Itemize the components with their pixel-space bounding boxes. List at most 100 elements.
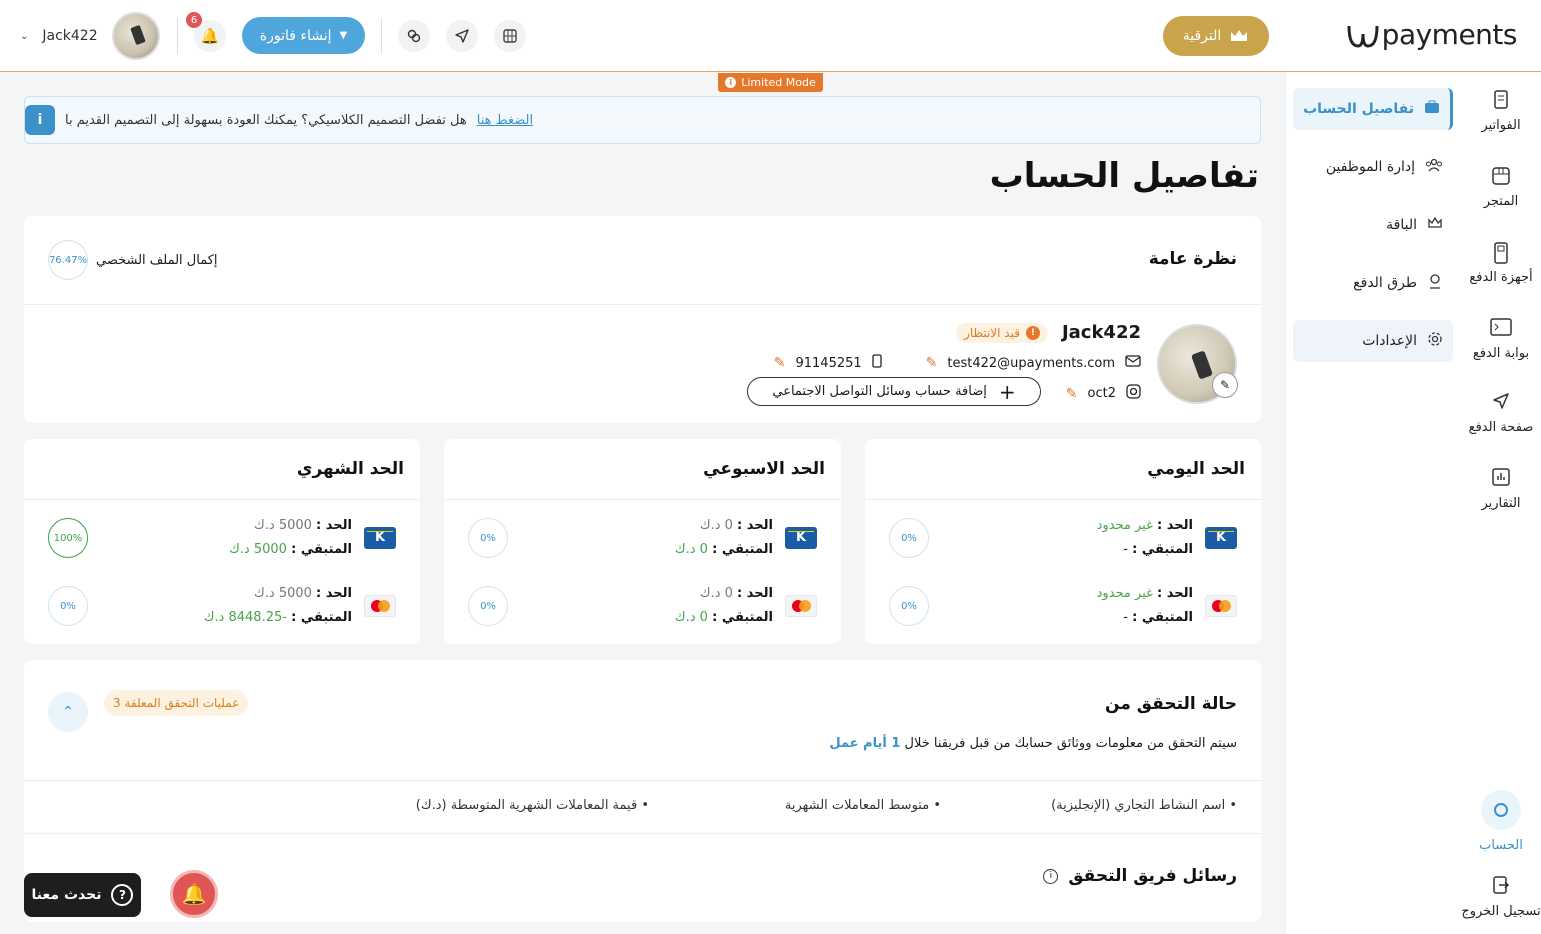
knet-icon xyxy=(364,527,396,549)
daily-limit-title: الحد اليومي xyxy=(1147,459,1245,479)
avatar xyxy=(111,12,160,60)
remaining-value: - xyxy=(1123,610,1128,625)
verification-item-label: قيمة المعاملات الشهرية المتوسطة (د.ك) xyxy=(415,798,638,813)
weekly-limit-title: الحد الاسبوعي xyxy=(703,459,825,479)
send-icon xyxy=(1490,392,1512,414)
mastercard-icon xyxy=(785,595,817,617)
subnav-label: إدارة الموظفين xyxy=(1325,159,1415,175)
divider xyxy=(177,18,178,54)
edit-avatar-icon[interactable]: ✎ xyxy=(1212,372,1238,398)
remaining-value: 5000 د.ك xyxy=(229,542,287,557)
nav-label: التقارير xyxy=(1481,496,1521,511)
limit-value: 0 د.ك xyxy=(699,586,733,601)
subnav-staff[interactable]: إدارة الموظفين xyxy=(1293,146,1453,188)
nav-label: تسجيل الخروج xyxy=(1461,904,1541,919)
subnav-payment-methods[interactable]: طرق الدفع xyxy=(1293,262,1453,304)
subnav-label: الباقة xyxy=(1386,217,1417,233)
divider xyxy=(24,304,1261,305)
nav-reports[interactable]: التقارير xyxy=(1461,468,1541,511)
monthly-card-row: الحد : 5000 د.ك المتبقي : -8448.25 د.ك xyxy=(204,582,396,630)
monthly-card-usage-ring: 0% xyxy=(48,586,88,626)
subnav-account-details[interactable]: تفاصيل الحساب xyxy=(1293,88,1453,130)
overview-card: نظرة عامة 76.47% إكمال الملف الشخصي ✎ Ja… xyxy=(24,216,1261,423)
limit-label: الحد : xyxy=(737,518,773,533)
divider xyxy=(865,499,1261,500)
mail-icon xyxy=(1125,355,1141,371)
remaining-value: 0 د.ك xyxy=(674,610,708,625)
edit-email-icon[interactable]: ✎ xyxy=(926,355,938,371)
page-title: تفاصيل الحساب xyxy=(989,156,1259,196)
add-social-label: إضافة حساب وسائل التواصل الاجتماعي xyxy=(772,384,987,399)
verification-item: • قيمة المعاملات الشهرية المتوسطة (د.ك) xyxy=(415,798,649,813)
add-social-account-button[interactable]: + إضافة حساب وسائل التواصل الاجتماعي xyxy=(747,377,1041,406)
main-nav-rail: الفواتير المتجر أجهزة الدفع بوابة الدفع … xyxy=(1461,72,1541,934)
mastercard-icon xyxy=(364,595,396,617)
daily-knet-usage-ring: 0% xyxy=(889,518,929,558)
notification-fab[interactable]: 🔔 xyxy=(170,870,218,918)
chevron-down-icon: ⌄ xyxy=(20,30,29,42)
monthly-knet-row: الحد : 5000 د.ك المتبقي : 5000 د.ك xyxy=(229,514,396,562)
nav-logout[interactable]: تسجيل الخروج xyxy=(1461,876,1541,919)
limit-values: الحد : 0 د.ك المتبقي : 0 د.ك xyxy=(675,582,773,630)
notification-count-badge: 6 xyxy=(186,12,202,28)
verification-item-label: متوسط المعاملات الشهرية xyxy=(784,798,930,813)
classic-design-link[interactable]: الضغط هنا xyxy=(477,113,533,128)
info-icon[interactable]: i xyxy=(1043,868,1059,884)
limit-label: الحد : xyxy=(316,586,352,601)
upgrade-button[interactable]: الترقية xyxy=(1163,16,1269,56)
verification-days: 1 أيام عمل xyxy=(829,736,901,751)
contact-row: test422@upayments.com ✎ 91145251 ✎ xyxy=(774,354,1141,372)
send-icon[interactable] xyxy=(446,20,478,52)
invoice-icon xyxy=(1490,90,1512,112)
team-icon xyxy=(1425,158,1443,176)
nav-store[interactable]: المتجر xyxy=(1461,166,1541,209)
profile-completion: 76.47% إكمال الملف الشخصي xyxy=(48,240,218,280)
phone-value: 91145251 xyxy=(795,355,862,371)
profile-completion-ring: 76.47% xyxy=(48,240,88,280)
bell-icon: 🔔 xyxy=(181,882,207,906)
link-icon[interactable] xyxy=(398,20,430,52)
mastercard-icon xyxy=(1205,595,1237,617)
subnav-plan[interactable]: الباقة xyxy=(1293,204,1453,246)
nav-pos-devices[interactable]: أجهزة الدفع xyxy=(1461,242,1541,285)
grid-icon[interactable] xyxy=(494,20,526,52)
edit-phone-icon[interactable]: ✎ xyxy=(774,355,786,371)
nav-account[interactable]: الحساب xyxy=(1461,790,1541,853)
brand-logo[interactable]: payments xyxy=(1346,18,1518,51)
knet-icon xyxy=(1205,527,1237,549)
top-bar: payments الترقية إنشاء فاتورة ▼ 🔔 6 ⌄ Ja… xyxy=(0,0,1541,72)
remaining-label: المتبقي : xyxy=(712,610,773,625)
email-value: test422@upayments.com xyxy=(947,355,1115,371)
limit-value: غير محدود xyxy=(1096,518,1153,533)
overview-title: نظرة عامة xyxy=(1148,249,1237,269)
limit-label: الحد : xyxy=(1157,518,1193,533)
phone-icon xyxy=(872,354,882,372)
subnav-settings[interactable]: الإعدادات xyxy=(1293,320,1453,362)
divider xyxy=(24,780,1261,781)
upgrade-label: الترقية xyxy=(1182,28,1222,44)
nav-payment-page[interactable]: صفحة الدفع xyxy=(1461,392,1541,435)
plus-icon: + xyxy=(998,379,1016,404)
store-icon xyxy=(1490,166,1512,188)
crown-icon xyxy=(1231,30,1248,41)
remaining-value: - xyxy=(1123,542,1128,557)
subnav-label: طرق الدفع xyxy=(1353,275,1417,291)
brand-name: payments xyxy=(1381,18,1518,51)
verification-messages-title: رسائل فريق التحقق xyxy=(1068,866,1237,886)
collapse-verification-button[interactable]: ⌃ xyxy=(48,692,88,732)
nav-invoices[interactable]: الفواتير xyxy=(1461,90,1541,133)
remaining-value: 0 د.ك xyxy=(674,542,708,557)
chevron-down-icon: ▼ xyxy=(339,30,348,41)
chat-button[interactable]: تحدث معنا ? xyxy=(24,873,141,917)
user-menu[interactable]: ⌄ Jack422 xyxy=(20,12,160,60)
divider xyxy=(444,499,841,500)
profile-completion-label: إكمال الملف الشخصي xyxy=(96,252,218,268)
logout-icon xyxy=(1490,876,1512,898)
weekly-knet-usage-ring: 0% xyxy=(468,518,508,558)
nav-label: الفواتير xyxy=(1481,118,1521,133)
edit-instagram-icon[interactable]: ✎ xyxy=(1066,386,1078,402)
nav-gateway[interactable]: بوابة الدفع xyxy=(1461,318,1541,361)
pos-device-icon xyxy=(1490,242,1512,264)
create-invoice-button[interactable]: إنشاء فاتورة ▼ xyxy=(242,17,365,54)
verification-desc-text: سيتم التحقق من معلومات ووثائق حسابك من ق… xyxy=(904,736,1237,751)
